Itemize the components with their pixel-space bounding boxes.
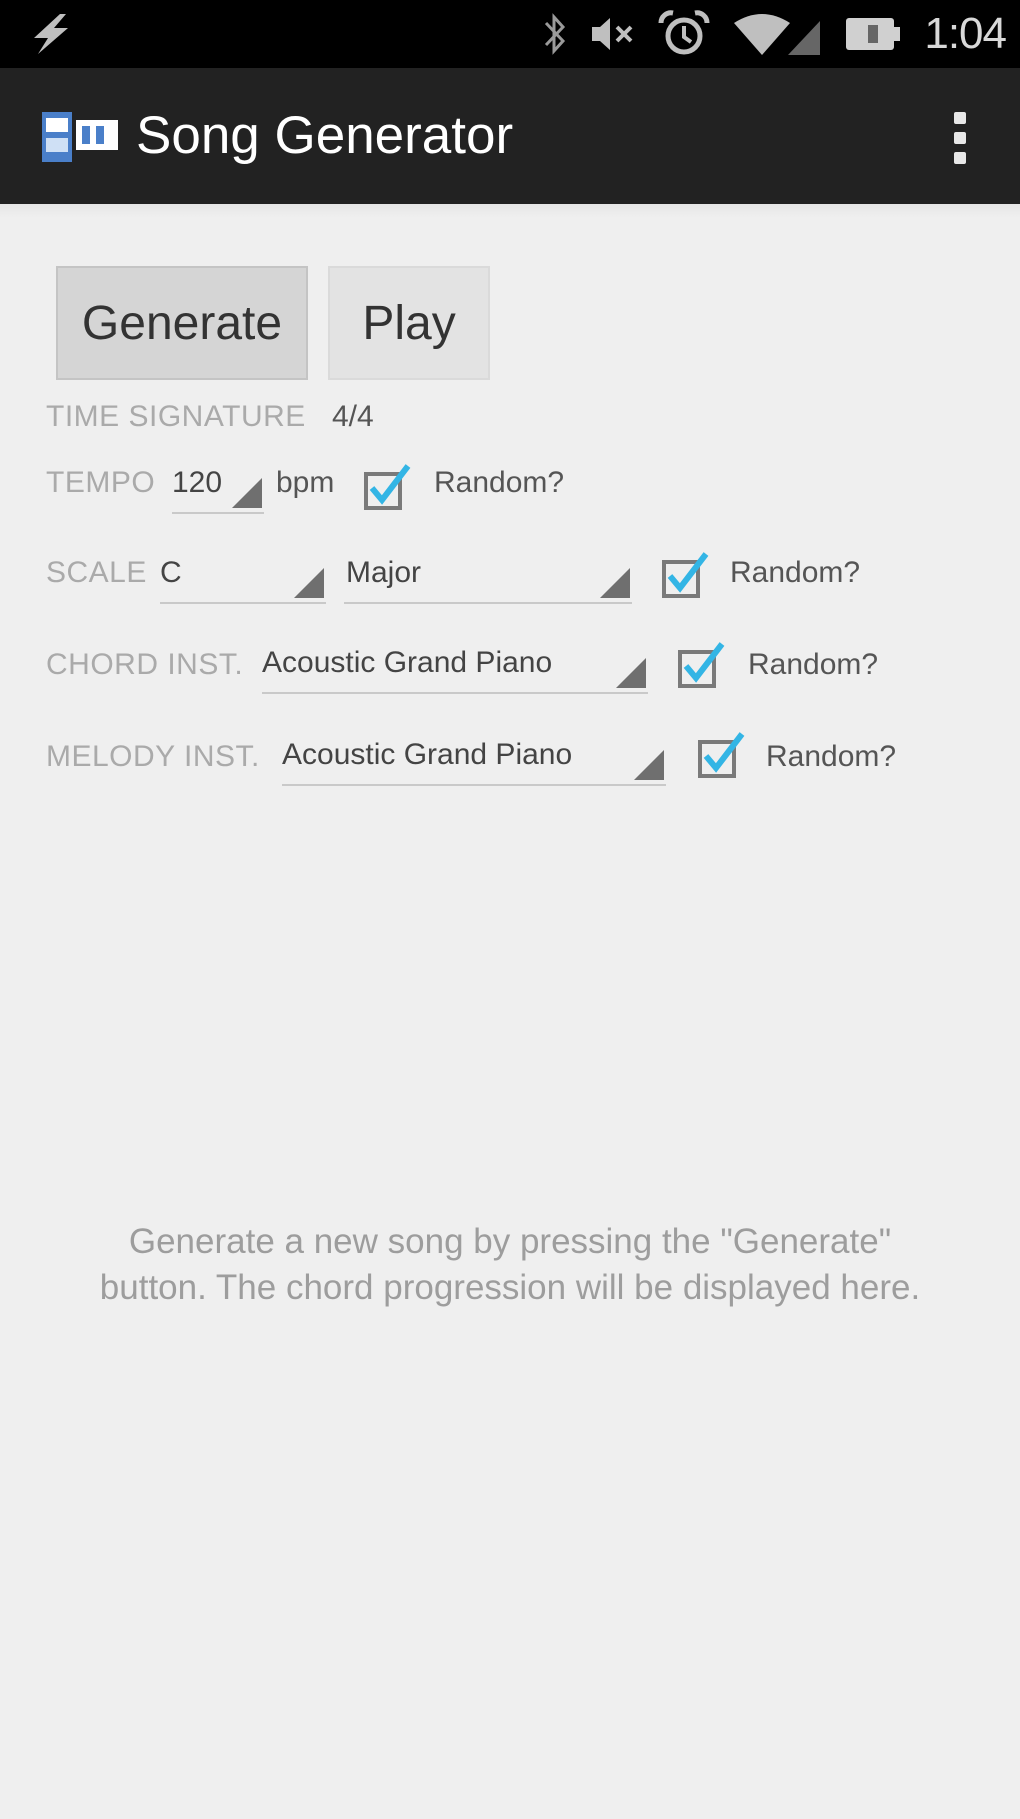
overflow-menu-icon[interactable] — [940, 106, 980, 170]
dropdown-arrow-icon — [600, 568, 630, 598]
dropdown-arrow-icon — [232, 478, 262, 508]
scale-mode-value: Major — [346, 556, 422, 589]
melody-inst-random-checkbox[interactable] — [696, 730, 746, 780]
scale-key-value: C — [160, 556, 182, 589]
melody-inst-value: Acoustic Grand Piano — [282, 738, 573, 771]
battery-icon — [846, 18, 901, 50]
play-button[interactable]: Play — [328, 266, 490, 380]
time-signature-value: 4/4 — [332, 400, 374, 433]
scale-label: SCALE — [46, 556, 147, 589]
tempo-spinner[interactable]: 120 — [172, 458, 264, 514]
tempo-label: TEMPO — [46, 466, 156, 499]
melody-inst-random-label: Random? — [766, 740, 897, 773]
action-bar: Song Generator — [0, 68, 1020, 204]
scale-row: SCALE C Major Random? — [0, 542, 1020, 612]
chord-inst-random-checkbox[interactable] — [676, 640, 726, 690]
dropdown-arrow-icon — [294, 568, 324, 598]
app-icon — [42, 112, 118, 162]
generate-button[interactable]: Generate — [56, 266, 308, 380]
dropdown-arrow-icon — [616, 658, 646, 688]
scale-random-checkbox[interactable] — [660, 550, 710, 600]
tempo-value: 120 — [172, 466, 223, 499]
chord-inst-value: Acoustic Grand Piano — [262, 646, 553, 679]
time-signature-label: TIME SIGNATURE — [46, 400, 306, 433]
tempo-unit: bpm — [276, 466, 335, 499]
muted-volume-icon — [592, 18, 633, 50]
wifi-icon — [734, 14, 821, 55]
app-title: Song Generator — [136, 106, 514, 165]
status-bar: 1:04 — [0, 0, 1020, 68]
tempo-row: TEMPO 120 bpm Random? — [0, 452, 1020, 522]
scale-random-label: Random? — [730, 556, 861, 589]
status-time: 1:04 — [924, 9, 1007, 58]
dropdown-arrow-icon — [634, 750, 664, 780]
scale-key-spinner[interactable]: C — [160, 548, 326, 604]
chord-inst-spinner[interactable]: Acoustic Grand Piano — [262, 638, 648, 694]
melody-inst-label: MELODY INST. — [46, 740, 260, 773]
main-content: Generate Play TIME SIGNATURE 4/4 TEMPO 1… — [0, 204, 1020, 1819]
tempo-random-checkbox[interactable] — [362, 462, 412, 512]
chord-inst-label: CHORD INST. — [46, 648, 244, 681]
chord-inst-row: CHORD INST. Acoustic Grand Piano Random? — [0, 632, 1020, 702]
melody-inst-spinner[interactable]: Acoustic Grand Piano — [282, 730, 666, 786]
chord-inst-random-label: Random? — [748, 648, 879, 681]
bluetooth-icon — [545, 13, 566, 55]
alarm-icon — [658, 10, 710, 55]
scale-mode-spinner[interactable]: Major — [344, 548, 632, 604]
tempo-random-label: Random? — [434, 466, 565, 499]
bolt-icon — [34, 14, 68, 54]
chord-progression-placeholder: Generate a new song by pressing the "Gen… — [99, 1222, 921, 1307]
melody-inst-row: MELODY INST. Acoustic Grand Piano Random… — [0, 722, 1020, 792]
